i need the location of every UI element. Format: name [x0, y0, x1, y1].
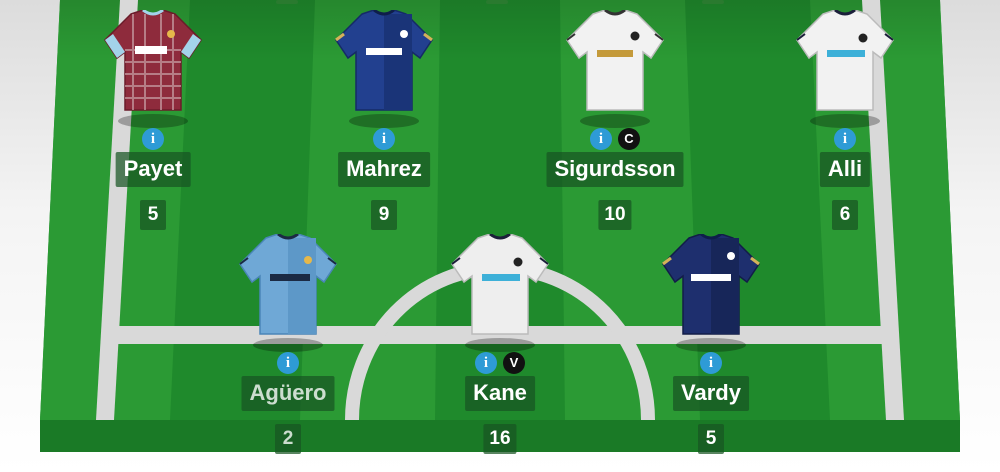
info-icon[interactable]: i — [590, 128, 612, 150]
info-icon[interactable]: i — [834, 128, 856, 150]
man-city-shirt-icon — [239, 234, 337, 335]
player-name: Vardy — [673, 376, 749, 411]
player-card-alli[interactable]: i Alli 6 — [775, 10, 915, 230]
player-name: Sigurdsson — [546, 152, 684, 187]
player-card-aguero[interactable]: i Agüero 2 — [218, 234, 358, 454]
shirt-shadow — [810, 114, 880, 128]
player-points: 5 — [698, 424, 724, 454]
player-badges: i — [641, 352, 781, 376]
player-badges: i V — [430, 352, 570, 376]
player-name: Agüero — [241, 376, 335, 411]
shirt-shadow — [253, 338, 323, 352]
shirt-shadow — [676, 338, 746, 352]
player-name: Alli — [819, 152, 871, 187]
tottenham-shirt-icon — [796, 10, 894, 111]
swansea-shirt-icon — [566, 10, 664, 111]
captain-badge: C — [618, 128, 640, 150]
tottenham-shirt-icon — [451, 234, 549, 335]
player-points: 5 — [140, 200, 166, 230]
vice-captain-badge: V — [503, 352, 525, 374]
player-card-mahrez[interactable]: i Mahrez 9 — [314, 10, 454, 230]
shirt-shadow — [349, 114, 419, 128]
player-points: 10 — [598, 200, 632, 230]
player-badges: i C — [545, 128, 685, 152]
info-icon[interactable]: i — [700, 352, 722, 374]
player-points: 6 — [832, 200, 858, 230]
player-name: Kane — [465, 376, 535, 411]
leicester-shirt-icon — [335, 10, 433, 111]
info-icon[interactable]: i — [475, 352, 497, 374]
info-icon[interactable]: i — [277, 352, 299, 374]
player-points: 9 — [371, 200, 397, 230]
player-badges: i — [775, 128, 915, 152]
player-points: 2 — [275, 424, 301, 454]
player-name: Payet — [115, 152, 191, 187]
shirt-shadow — [580, 114, 650, 128]
shirt-shadow — [118, 114, 188, 128]
player-card-payet[interactable]: i Payet 5 — [83, 10, 223, 230]
player-points: 16 — [483, 424, 517, 454]
west-ham-shirt-icon — [104, 10, 202, 111]
player-card-sigurdsson[interactable]: i C Sigurdsson 10 — [545, 10, 685, 230]
player-card-vardy[interactable]: i Vardy 5 — [641, 234, 781, 454]
player-card-kane[interactable]: i V Kane 16 — [430, 234, 570, 454]
info-icon[interactable]: i — [142, 128, 164, 150]
info-icon[interactable]: i — [373, 128, 395, 150]
player-badges: i — [314, 128, 454, 152]
leicester-shirt-icon — [662, 234, 760, 335]
player-badges: i — [83, 128, 223, 152]
player-name: Mahrez — [338, 152, 430, 187]
player-badges: i — [218, 352, 358, 376]
shirt-shadow — [465, 338, 535, 352]
